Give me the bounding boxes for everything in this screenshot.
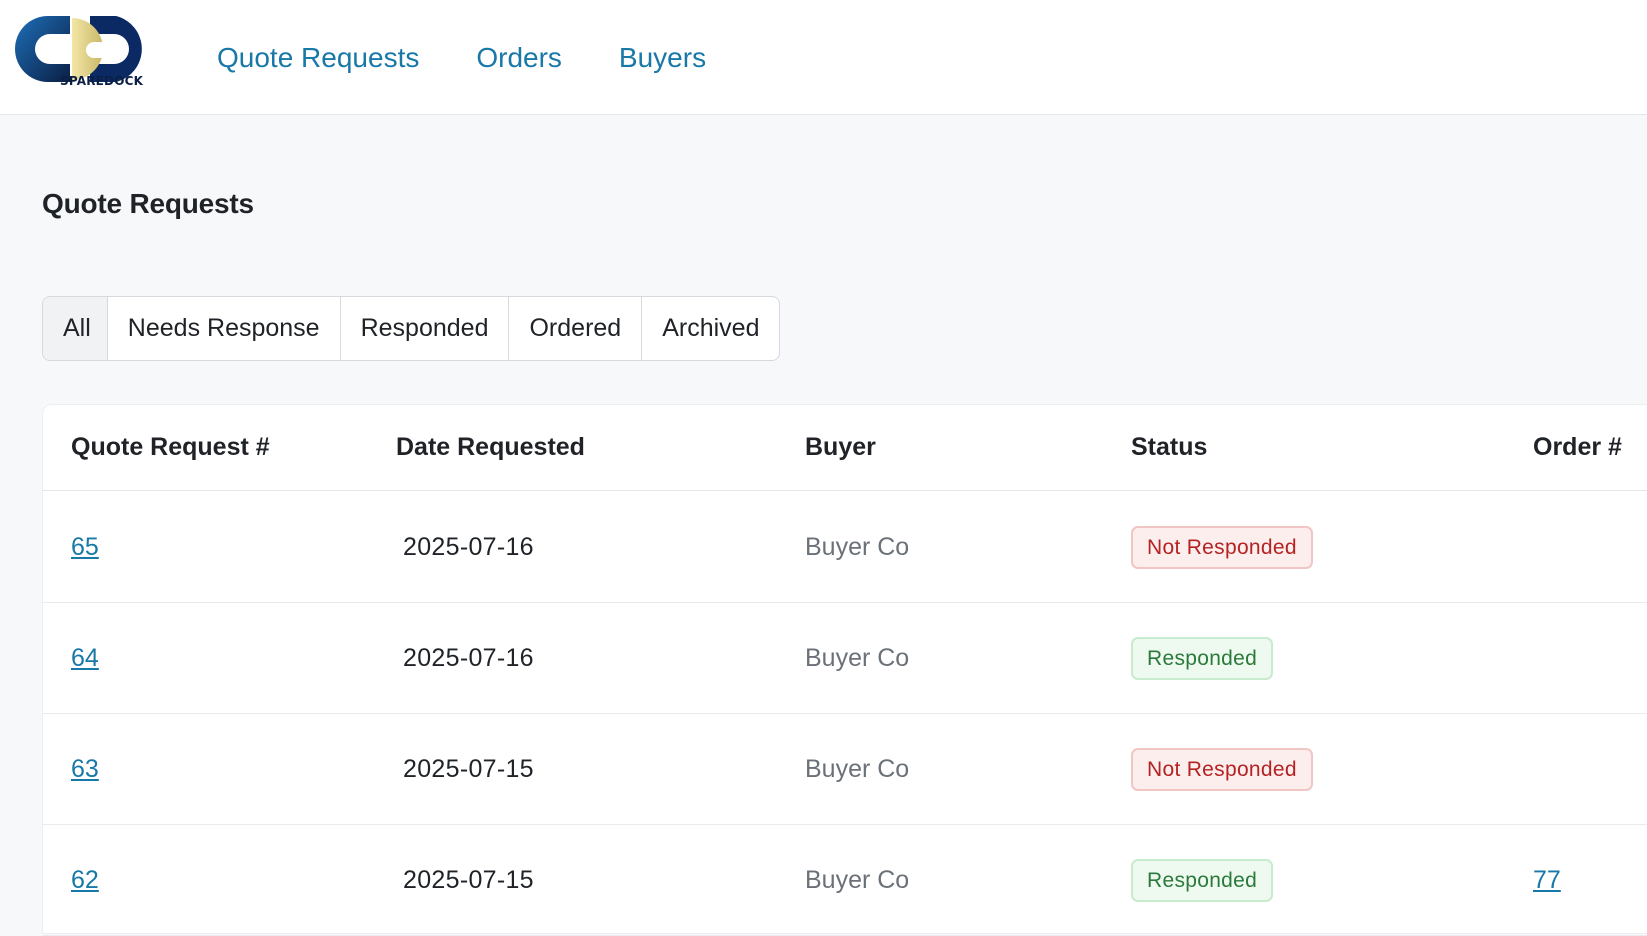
buyer-name: Buyer Co bbox=[805, 533, 910, 561]
table-row[interactable]: 62 2025-07-15 Buyer Co Responded 77 bbox=[43, 825, 1647, 936]
table-header: Quote Request # Date Requested Buyer Sta… bbox=[43, 405, 1647, 491]
buyer-name: Buyer Co bbox=[805, 866, 910, 894]
table-row[interactable]: 63 2025-07-15 Buyer Co Not Responded bbox=[43, 714, 1647, 825]
date-requested: 2025-07-16 bbox=[403, 644, 534, 672]
nav-buyers[interactable]: Buyers bbox=[619, 40, 706, 76]
sparedock-logo[interactable] bbox=[12, 12, 160, 104]
tab-archived[interactable]: Archived bbox=[642, 297, 779, 360]
quote-request-link[interactable]: 63 bbox=[71, 754, 99, 784]
nav-orders[interactable]: Orders bbox=[476, 40, 562, 76]
main-nav: Quote Requests Orders Buyers bbox=[217, 40, 763, 76]
quote-request-link[interactable]: 64 bbox=[71, 643, 99, 673]
table-row[interactable]: 64 2025-07-16 Buyer Co Responded bbox=[43, 603, 1647, 714]
header-status[interactable]: Status bbox=[1131, 433, 1207, 462]
date-requested: 2025-07-15 bbox=[403, 755, 534, 783]
page-title: Quote Requests bbox=[42, 188, 254, 219]
date-requested: 2025-07-15 bbox=[403, 866, 534, 894]
header-buyer[interactable]: Buyer bbox=[805, 433, 876, 462]
status-badge: Responded bbox=[1131, 637, 1274, 680]
status-badge: Not Responded bbox=[1131, 526, 1313, 569]
quote-requests-table: Quote Request # Date Requested Buyer Sta… bbox=[42, 404, 1647, 936]
table-row[interactable]: 65 2025-07-16 Buyer Co Not Responded bbox=[43, 492, 1647, 603]
status-filter-tabs: All Needs Response Responded Ordered Arc… bbox=[42, 296, 781, 361]
date-requested: 2025-07-16 bbox=[403, 533, 534, 561]
buyer-name: Buyer Co bbox=[805, 755, 910, 783]
header-date-requested[interactable]: Date Requested bbox=[396, 433, 585, 462]
top-bar: SPAREDOCK Quote Requests Orders Buyers bbox=[0, 0, 1647, 115]
quote-request-link[interactable]: 65 bbox=[71, 532, 99, 562]
tab-responded[interactable]: Responded bbox=[341, 297, 510, 360]
tab-ordered[interactable]: Ordered bbox=[509, 297, 643, 360]
status-badge: Responded bbox=[1131, 859, 1274, 902]
quote-request-link[interactable]: 62 bbox=[71, 865, 99, 895]
order-link[interactable]: 77 bbox=[1533, 865, 1561, 895]
nav-quote-requests[interactable]: Quote Requests bbox=[217, 40, 419, 76]
status-badge: Not Responded bbox=[1131, 748, 1313, 791]
buyer-name: Buyer Co bbox=[805, 644, 910, 672]
header-quote-request[interactable]: Quote Request # bbox=[71, 433, 270, 462]
tab-all[interactable]: All bbox=[43, 297, 108, 360]
tab-needs-response[interactable]: Needs Response bbox=[108, 297, 341, 360]
logo-text: SPAREDOCK bbox=[60, 74, 144, 88]
header-order[interactable]: Order # bbox=[1533, 433, 1622, 462]
